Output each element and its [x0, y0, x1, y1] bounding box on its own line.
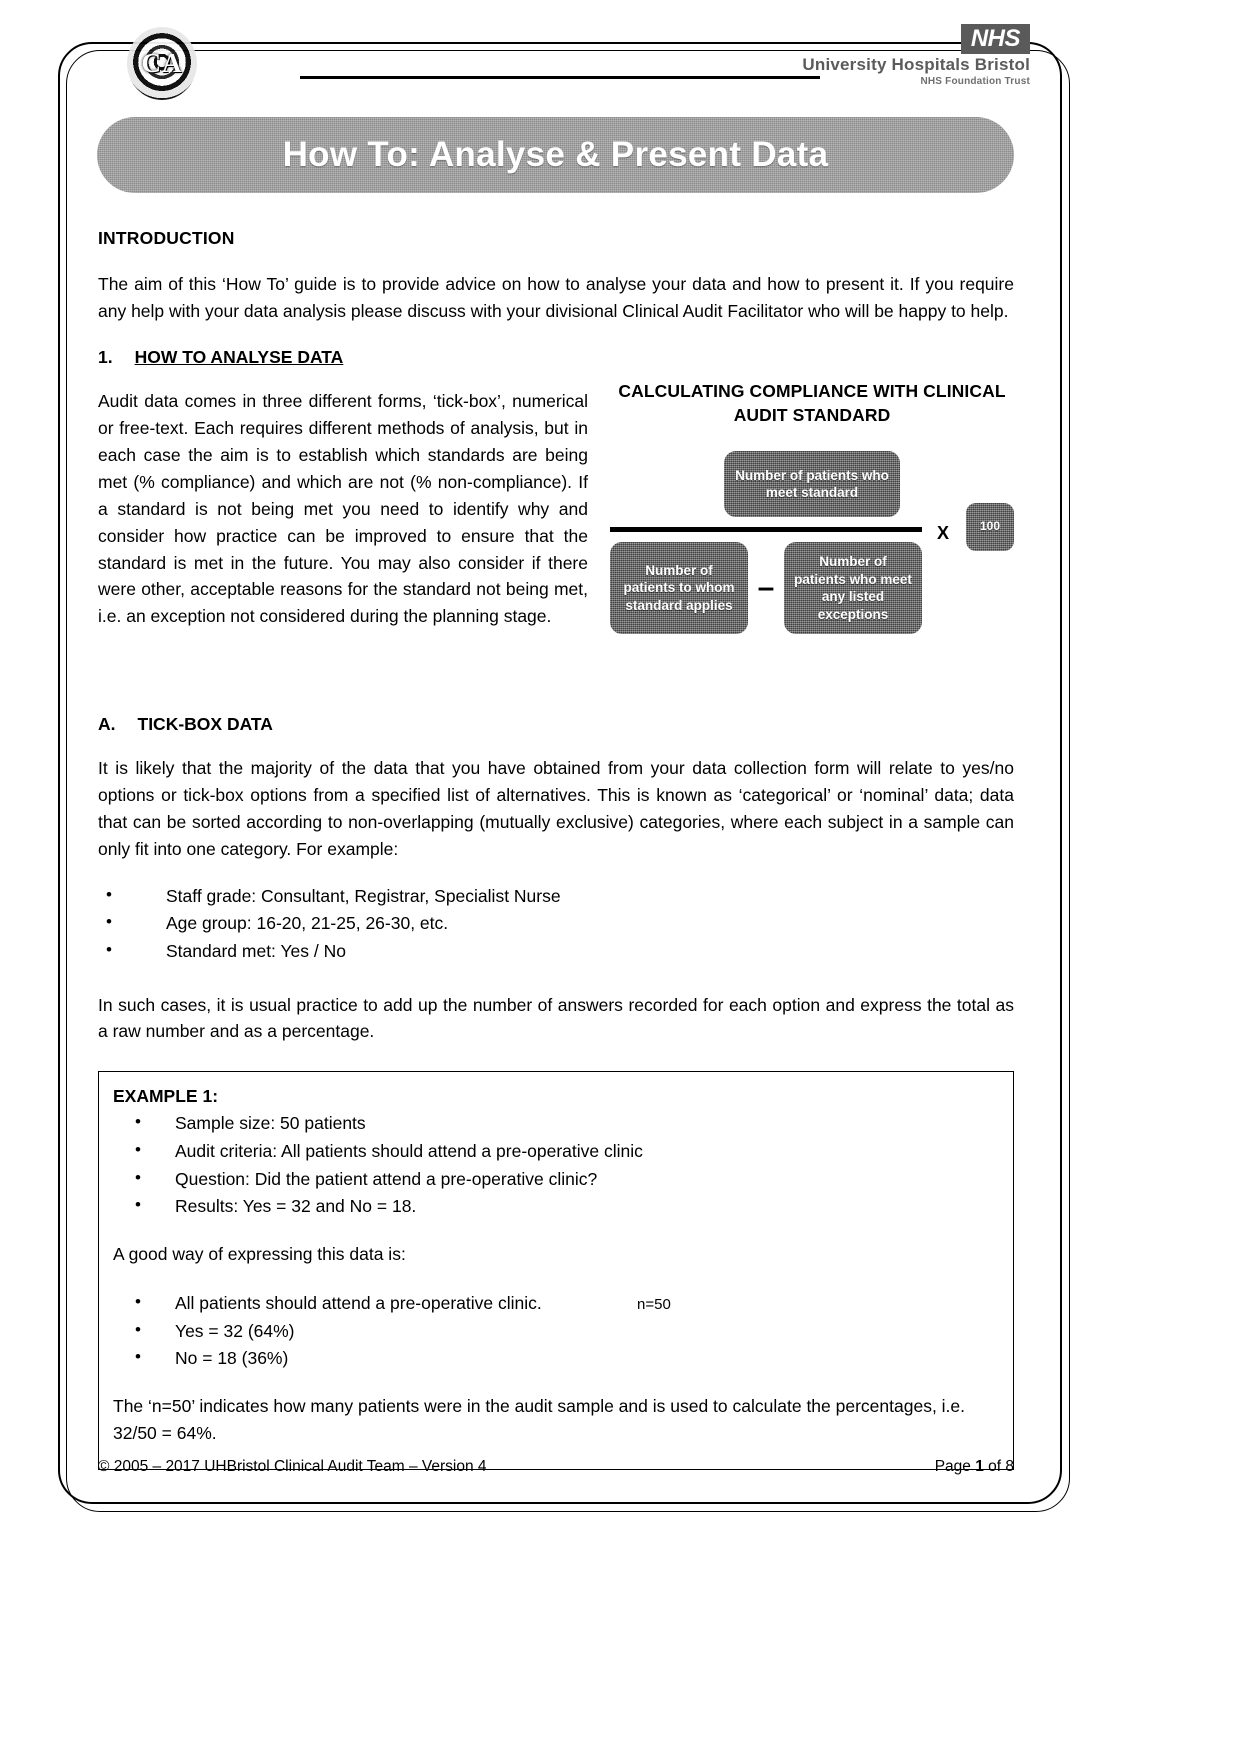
- formula-fraction: Number of patients who meet standard Num…: [610, 451, 1014, 634]
- document-page: CA NHS University Hospitals Bristol NHS …: [0, 0, 1240, 1754]
- list-item: Question: Did the patient attend a pre-o…: [113, 1165, 995, 1194]
- list-item: Age group: 16-20, 21-25, 26-30, etc.: [98, 909, 1014, 938]
- formula-multiplier-box: 100: [966, 503, 1014, 551]
- section-1-number: 1.: [98, 346, 113, 367]
- list-item: Audit criteria: All patients should atte…: [113, 1137, 995, 1166]
- section-1-paragraph: Audit data comes in three different form…: [98, 390, 588, 627]
- list-item: Standard met: Yes / No: [98, 937, 1014, 966]
- result-label: All patients should attend a pre-operati…: [175, 1292, 542, 1313]
- nhs-trust-name: University Hospitals Bristol: [802, 55, 1030, 75]
- clinical-audit-logo-label: CA: [141, 48, 183, 78]
- formula-denominator-left-box: Number of patients to whom standard appl…: [610, 542, 748, 634]
- section-1-title: HOW TO ANALYSE DATA: [134, 346, 344, 367]
- example-1-note: The ‘n=50’ indicates how many patients w…: [113, 1395, 966, 1443]
- minus-sign-icon: –: [757, 571, 775, 605]
- page-current: 1: [975, 1458, 984, 1475]
- tickbox-example-list: Staff grade: Consultant, Registrar, Spec…: [98, 882, 1014, 966]
- nhs-badge-icon: NHS: [960, 24, 1030, 55]
- compliance-formula-diagram: CALCULATING COMPLIANCE WITH CLINICAL AUD…: [610, 380, 1014, 634]
- section-a-letter: A.: [98, 713, 116, 734]
- page-suffix: of 8: [983, 1458, 1014, 1475]
- section-a-title: TICK-BOX DATA: [137, 713, 273, 734]
- example-1-box: EXAMPLE 1: Sample size: 50 patients Audi…: [98, 1071, 1014, 1470]
- list-item: All patients should attend a pre-operati…: [113, 1289, 995, 1318]
- nhs-trust-subtitle: NHS Foundation Trust: [920, 76, 1030, 88]
- footer-copyright: © 2005 – 2017 UHBristol Clinical Audit T…: [98, 1458, 487, 1475]
- list-item: Sample size: 50 patients: [113, 1109, 995, 1138]
- nhs-logo-block: NHS University Hospitals Bristol NHS Fou…: [740, 24, 1030, 87]
- list-item: No = 18 (36%): [113, 1344, 995, 1373]
- section-a-heading: A. TICK-BOX DATA: [98, 714, 1014, 735]
- document-title-banner: How To: Analyse & Present Data: [97, 117, 1014, 193]
- formula-denominator-right-box: Number of patients who meet any listed e…: [784, 542, 922, 634]
- section-a-paragraph: It is likely that the majority of the da…: [98, 757, 1014, 859]
- example-1-lead-in: A good way of expressing this data is:: [113, 1243, 406, 1264]
- formula-fraction-bar: [610, 527, 922, 533]
- document-content: INTRODUCTION The aim of this ‘How To’ gu…: [98, 228, 1014, 1470]
- page-footer: © 2005 – 2017 UHBristol Clinical Audit T…: [98, 1458, 1014, 1476]
- introduction-heading: INTRODUCTION: [98, 228, 235, 248]
- result-row: All patients should attend a pre-operati…: [175, 1290, 995, 1318]
- list-item: Results: Yes = 32 and No = 18.: [113, 1192, 995, 1221]
- page-header: CA NHS University Hospitals Bristol NHS …: [100, 18, 1030, 108]
- example-1-results-list: All patients should attend a pre-operati…: [113, 1289, 995, 1373]
- section-1-body: Audit data comes in three different form…: [98, 381, 1014, 688]
- diagram-title: CALCULATING COMPLIANCE WITH CLINICAL AUD…: [618, 380, 1006, 425]
- multiply-sign-icon: X: [937, 523, 950, 544]
- formula-numerator-box: Number of patients who meet standard: [724, 451, 900, 517]
- example-1-detail-list: Sample size: 50 patients Audit criteria:…: [113, 1109, 995, 1221]
- example-1-title: EXAMPLE 1:: [113, 1086, 219, 1107]
- section-1-heading: 1. HOW TO ANALYSE DATA: [98, 347, 1014, 368]
- list-item: Yes = 32 (64%): [113, 1317, 995, 1346]
- page-title: How To: Analyse & Present Data: [282, 135, 829, 174]
- introduction-paragraph: The aim of this ‘How To’ guide is to pro…: [98, 274, 1014, 321]
- page-prefix: Page: [934, 1458, 976, 1475]
- list-item: Staff grade: Consultant, Registrar, Spec…: [98, 882, 1014, 911]
- formula-denominator-row: Number of patients to whom standard appl…: [610, 542, 922, 634]
- result-sample-size: n=50: [637, 1295, 671, 1313]
- section-a-closing-paragraph: In such cases, it is usual practice to a…: [98, 994, 1014, 1042]
- footer-page-number: Page 1 of 8: [935, 1458, 1014, 1476]
